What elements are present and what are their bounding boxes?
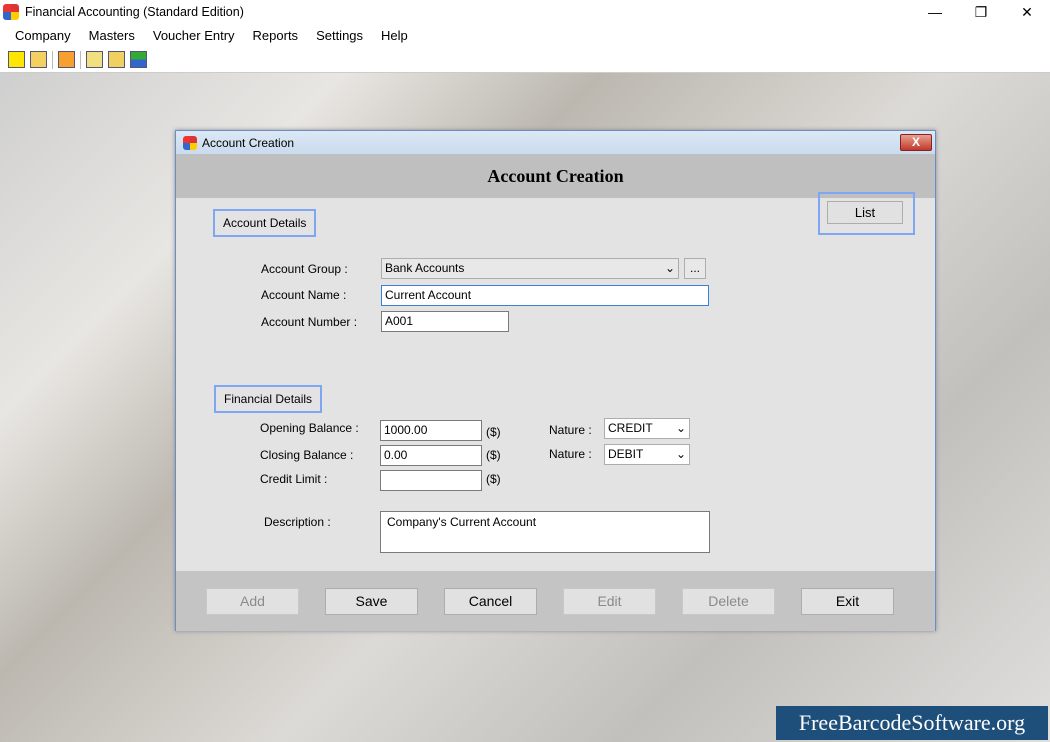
menu-bar: Company Masters Voucher Entry Reports Se… [0, 24, 1050, 47]
list-button[interactable]: List [827, 201, 903, 224]
account-creation-dialog: Account Creation X Account Creation Acco… [175, 130, 936, 631]
menu-company[interactable]: Company [15, 28, 71, 43]
nature-label: Nature : [549, 447, 592, 461]
credit-limit-input[interactable] [380, 470, 482, 491]
menu-settings[interactable]: Settings [316, 28, 363, 43]
chevron-down-icon: ⌄ [675, 447, 686, 461]
edit-button[interactable]: Edit [563, 588, 656, 615]
opening-balance-label: Opening Balance : [260, 421, 359, 435]
currency-label: ($) [486, 448, 501, 462]
toolbar-separator [80, 50, 81, 69]
title-bar: Financial Accounting (Standard Edition) … [0, 0, 1050, 24]
add-list-icon[interactable] [130, 51, 147, 68]
toolbar [0, 47, 1050, 73]
add-button[interactable]: Add [206, 588, 299, 615]
currency-label: ($) [486, 472, 501, 486]
menu-reports[interactable]: Reports [253, 28, 299, 43]
toolbar-separator [52, 50, 53, 69]
balance-icon[interactable] [86, 51, 103, 68]
browse-group-button[interactable]: ... [684, 258, 706, 279]
account-group-select[interactable]: Bank Accounts ⌄ [381, 258, 679, 279]
account-details-group: Account Details [213, 209, 317, 237]
nature-value: DEBIT [608, 447, 644, 461]
dialog-title: Account Creation [202, 135, 295, 150]
credit-limit-label: Credit Limit : [260, 472, 328, 486]
menu-masters[interactable]: Masters [89, 28, 135, 43]
voucher-icon[interactable] [108, 51, 125, 68]
menu-voucher-entry[interactable]: Voucher Entry [153, 28, 235, 43]
account-number-input[interactable]: A001 [381, 311, 509, 332]
delete-button[interactable]: Delete [682, 588, 775, 615]
dialog-title-bar: Account Creation X [176, 131, 935, 154]
chevron-down-icon: ⌄ [675, 421, 686, 435]
account-name-label: Account Name : [261, 288, 347, 302]
cancel-button[interactable]: Cancel [444, 588, 537, 615]
exit-button[interactable]: Exit [801, 588, 894, 615]
account-group-label: Account Group : [261, 262, 348, 276]
button-bar: Add Save Cancel Edit Delete Exit [176, 571, 935, 631]
maximize-button[interactable]: ❐ [958, 4, 1004, 21]
account-name-input[interactable]: Current Account [381, 285, 709, 306]
save-button[interactable]: Save [325, 588, 418, 615]
account-number-label: Account Number : [261, 315, 358, 329]
closing-balance-input[interactable]: 0.00 [380, 445, 482, 466]
nature-value: CREDIT [608, 421, 653, 435]
currency-label: ($) [486, 425, 501, 439]
opening-balance-input[interactable]: 1000.00 [380, 420, 482, 441]
close-button[interactable]: ✕ [1004, 4, 1050, 21]
watermark: FreeBarcodeSoftware.org [776, 706, 1048, 740]
account-group-value: Bank Accounts [385, 261, 465, 275]
app-icon [3, 4, 19, 20]
open-icon[interactable] [30, 51, 47, 68]
table-icon[interactable] [58, 51, 75, 68]
nature-debit-select[interactable]: DEBIT ⌄ [604, 444, 690, 465]
menu-help[interactable]: Help [381, 28, 408, 43]
description-textarea[interactable]: Company's Current Account [380, 511, 710, 553]
financial-details-group: Financial Details [214, 385, 323, 413]
description-label: Description : [264, 515, 331, 529]
app-title: Financial Accounting (Standard Edition) [25, 5, 244, 19]
minimize-button[interactable]: — [912, 4, 958, 21]
closing-balance-label: Closing Balance : [260, 448, 354, 462]
nature-label: Nature : [549, 423, 592, 437]
new-icon[interactable] [8, 51, 25, 68]
chevron-down-icon: ⌄ [664, 261, 675, 275]
dialog-close-button[interactable]: X [900, 134, 932, 151]
dialog-icon [183, 135, 197, 150]
nature-credit-select[interactable]: CREDIT ⌄ [604, 418, 690, 439]
